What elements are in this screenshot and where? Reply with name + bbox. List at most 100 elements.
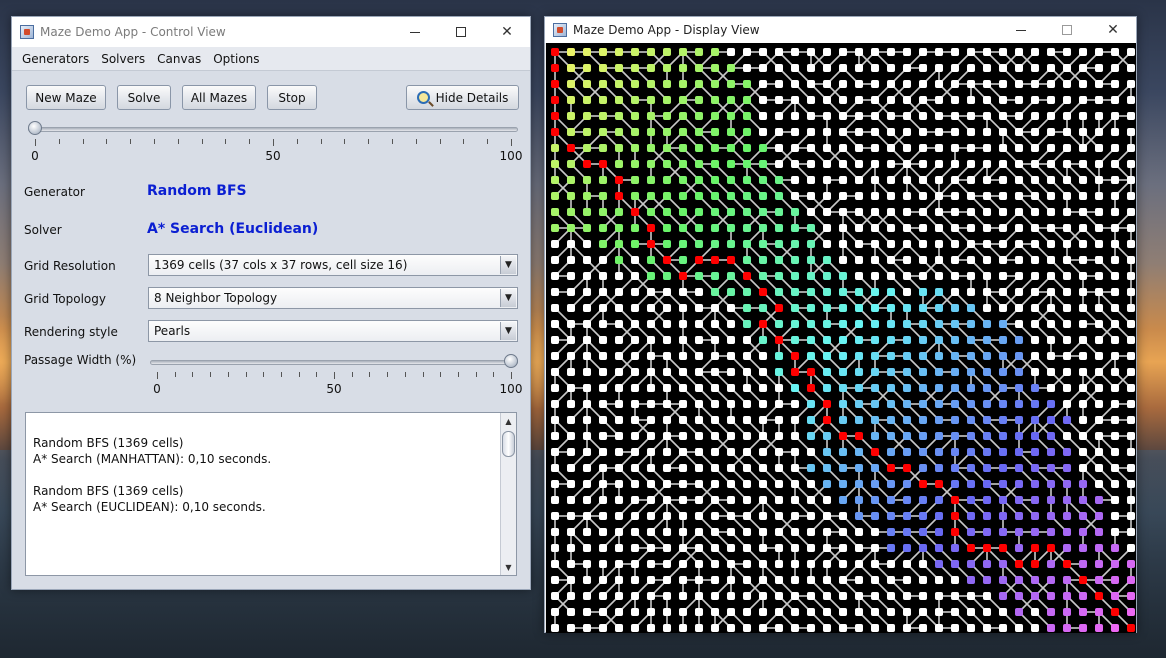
close-button[interactable]: ✕: [1090, 17, 1136, 43]
maze-cell: [1015, 96, 1023, 104]
maze-cell: [983, 80, 991, 88]
maze-cell: [663, 128, 671, 136]
maze-cell: [999, 64, 1007, 72]
maze-cell: [1079, 256, 1087, 264]
maze-cell: [567, 272, 575, 280]
all-mazes-button[interactable]: All Mazes: [182, 85, 256, 110]
maze-cell: [551, 336, 559, 344]
delay-slider-track[interactable]: [28, 127, 518, 132]
maze-cell: [839, 48, 847, 56]
maze-cell: [711, 144, 719, 152]
maze-cell: [567, 336, 575, 344]
delay-slider[interactable]: 0 50 100: [28, 119, 522, 169]
maze-cell: [1063, 240, 1071, 248]
minimize-button[interactable]: [998, 17, 1044, 43]
maze-cell: [951, 464, 959, 472]
maze-cell: [727, 464, 735, 472]
slider-tick: [263, 372, 265, 377]
maze-cell: [935, 560, 943, 568]
grid-resolution-select[interactable]: 1369 cells (37 cols x 37 rows, cell size…: [148, 254, 518, 276]
menu-solvers[interactable]: Solvers: [95, 52, 151, 66]
menu-generators[interactable]: Generators: [16, 52, 95, 66]
grid-topology-select[interactable]: 8 Neighbor Topology ▼: [148, 287, 518, 309]
scroll-down-icon[interactable]: ▼: [501, 560, 516, 574]
maze-cell: [743, 496, 751, 504]
maximize-button[interactable]: [438, 17, 484, 47]
maze-cell: [1111, 560, 1119, 568]
maze-canvas[interactable]: [546, 43, 1136, 633]
maze-cell: [615, 64, 623, 72]
rendering-style-select[interactable]: Pearls ▼: [148, 320, 518, 342]
passage-width-slider[interactable]: 0 50 100: [150, 352, 522, 402]
chevron-down-icon[interactable]: ▼: [500, 256, 516, 274]
maze-cell: [999, 320, 1007, 328]
maze-cell: [1047, 496, 1055, 504]
minimize-button[interactable]: [392, 17, 438, 47]
maze-cell: [1079, 240, 1087, 248]
maze-cell: [551, 544, 559, 552]
maze-cell: [807, 272, 815, 280]
delay-mid-label: 50: [265, 149, 281, 163]
maze-cell: [743, 384, 751, 392]
maze-cell: [759, 432, 767, 440]
maze-cell: [583, 320, 591, 328]
maze-cell: [1079, 320, 1087, 328]
maze-cell: [823, 336, 831, 344]
menu-canvas[interactable]: Canvas: [151, 52, 207, 66]
maze-cell: [919, 160, 927, 168]
maze-cell: [999, 368, 1007, 376]
passage-width-thumb[interactable]: [504, 354, 518, 368]
maze-cell: [647, 576, 655, 584]
maze-cell: [759, 368, 767, 376]
maze-cell: [727, 528, 735, 536]
maze-cell: [919, 464, 927, 472]
maze-cell: [631, 272, 639, 280]
maze-cell: [759, 112, 767, 120]
chevron-down-icon[interactable]: ▼: [500, 289, 516, 307]
maze-cell: [983, 192, 991, 200]
hide-details-button[interactable]: Hide Details: [406, 85, 519, 110]
close-button[interactable]: ✕: [484, 17, 530, 47]
solve-button[interactable]: Solve: [117, 85, 171, 110]
maze-cell: [791, 496, 799, 504]
maze-cell: [647, 480, 655, 488]
maze-cell: [839, 592, 847, 600]
maze-cell: [631, 432, 639, 440]
passage-width-track[interactable]: [150, 360, 518, 365]
maze-cell: [775, 320, 783, 328]
maze-cell: [631, 496, 639, 504]
maze-cell: [951, 224, 959, 232]
maze-cell: [743, 416, 751, 424]
maze-cell: [647, 192, 655, 200]
delay-slider-thumb[interactable]: [28, 121, 42, 135]
maze-cell: [1095, 48, 1103, 56]
maze-cell: [919, 320, 927, 328]
maze-cell: [775, 448, 783, 456]
maze-cell: [807, 496, 815, 504]
log-scrollbar[interactable]: ▲ ▼: [500, 413, 516, 575]
maze-cell: [1111, 256, 1119, 264]
stop-button[interactable]: Stop: [267, 85, 317, 110]
maximize-button[interactable]: [1044, 17, 1090, 43]
log-scroll-thumb[interactable]: [502, 431, 515, 457]
maze-cell: [1031, 368, 1039, 376]
maze-cell: [567, 96, 575, 104]
maze-cell: [967, 48, 975, 56]
log-textarea[interactable]: Random BFS (1369 cells) A* Search (MANHA…: [25, 412, 517, 576]
maze-cell: [551, 400, 559, 408]
scroll-up-icon[interactable]: ▲: [501, 414, 516, 428]
maze-cell: [775, 96, 783, 104]
display-titlebar[interactable]: Maze Demo App - Display View ✕: [545, 17, 1136, 43]
maze-cell: [711, 160, 719, 168]
maze-cell: [567, 592, 575, 600]
solution-cell: [551, 64, 559, 72]
solution-cell: [551, 48, 559, 56]
maze-cell: [839, 400, 847, 408]
maze-cell: [711, 480, 719, 488]
new-maze-button[interactable]: New Maze: [26, 85, 106, 110]
control-titlebar[interactable]: Maze Demo App - Control View ✕: [12, 17, 530, 47]
chevron-down-icon[interactable]: ▼: [500, 322, 516, 340]
maze-cell: [791, 304, 799, 312]
menu-options[interactable]: Options: [207, 52, 265, 66]
maze-cell: [1031, 480, 1039, 488]
